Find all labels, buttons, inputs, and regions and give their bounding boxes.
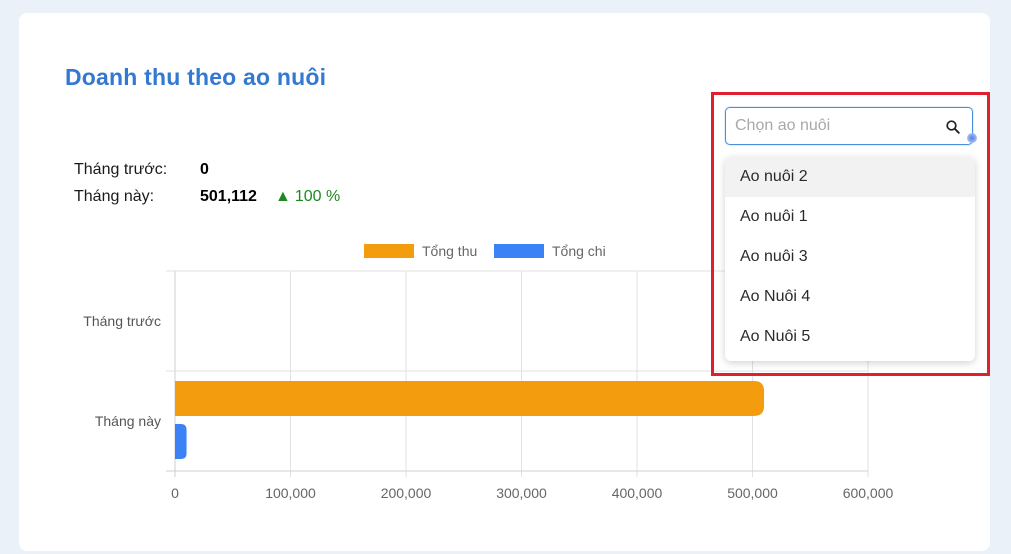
x-tick-label: 100,000 (265, 485, 316, 501)
legend-label: Tổng chi (552, 243, 606, 259)
search-icon[interactable] (945, 119, 961, 135)
pond-option[interactable]: Ao nuôi 2 (725, 157, 975, 197)
y-category-label: Tháng này (95, 413, 161, 429)
curr-month-label: Tháng này: (74, 188, 155, 205)
x-tick-label: 0 (171, 485, 179, 501)
pond-search-input[interactable] (726, 108, 945, 144)
legend-swatch (494, 244, 544, 258)
pond-option[interactable]: Ao nuôi 1 (725, 197, 975, 237)
legend-label: Tổng thu (422, 243, 477, 259)
legend-swatch (364, 244, 414, 258)
x-tick-label: 200,000 (381, 485, 432, 501)
card-title: Doanh thu theo ao nuôi (65, 64, 327, 90)
x-tick-label: 400,000 (612, 485, 663, 501)
pond-option[interactable]: Ao Nuôi 4 (725, 277, 975, 317)
up-triangle-icon: ▲ (275, 188, 291, 205)
change-indicator: ▲ 100 % (275, 188, 340, 206)
pond-select[interactable] (725, 107, 973, 145)
x-tick-label: 500,000 (727, 485, 778, 501)
y-category-label: Tháng trước (83, 313, 161, 329)
bar-tong-thu (175, 381, 765, 416)
change-percent: 100 % (294, 188, 341, 205)
bar-tong-chi (175, 424, 187, 459)
curr-month-value: 501,112 (200, 188, 257, 205)
resize-handle-dot (967, 133, 977, 143)
pond-option[interactable]: Ao nuôi 3 (725, 237, 975, 277)
prev-month-label: Tháng trước: (74, 161, 168, 178)
x-tick-label: 600,000 (843, 485, 894, 501)
pond-options-dropdown: Ao nuôi 2 Ao nuôi 1 Ao nuôi 3 Ao Nuôi 4 Ao N… (725, 157, 975, 361)
pond-option[interactable]: Ao Nuôi 5 (725, 317, 975, 357)
x-tick-label: 300,000 (496, 485, 547, 501)
prev-month-value: 0 (200, 161, 209, 178)
